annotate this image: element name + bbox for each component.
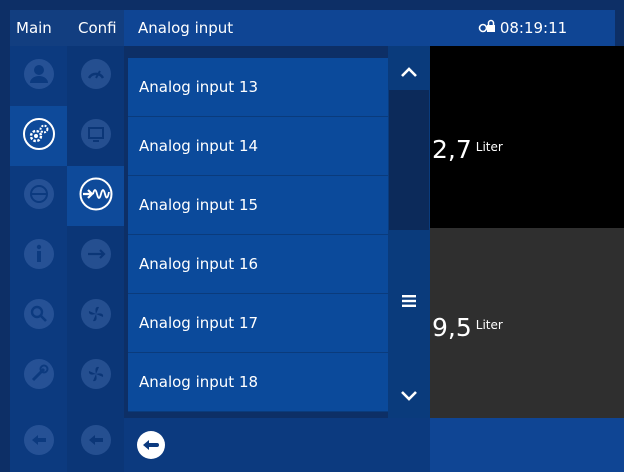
list-item[interactable]: Analog input 16 [128,235,388,294]
search-icon [23,298,55,334]
nav-user[interactable] [10,46,67,106]
tab-main-label: Main [16,19,52,37]
scroll-up-button[interactable] [388,54,430,90]
list-item-label: Analog input 15 [139,196,259,214]
list-item-label: Analog input 16 [139,255,259,273]
list-item[interactable]: Analog input 17 [128,294,388,353]
nav-settings[interactable] [10,106,67,166]
tab-main[interactable]: Main [10,10,73,46]
nav-display[interactable] [67,106,124,166]
fan-icon [80,358,112,394]
lock-icon [478,19,496,37]
clock-time: 08:19:11 [499,19,568,37]
chevron-down-icon [400,387,418,406]
nav-fan-2[interactable] [67,346,124,406]
bottom-bar-left [124,418,430,472]
list-item[interactable]: Analog input 18 [128,353,388,412]
reading-value: 9,5 [432,313,472,342]
reading-top: 2,7 Liter [432,136,503,164]
reading-panel-bottom: 9,5 Liter [430,228,624,418]
back-icon [80,424,112,460]
nav-fan-1[interactable] [67,286,124,346]
back-button[interactable] [134,430,168,464]
scroll-thumb[interactable] [389,90,429,230]
back-arrow-icon [136,430,166,464]
list-item[interactable]: Analog input 13 [128,58,388,117]
network-icon [80,238,112,274]
globe-icon [23,178,55,214]
list-item-label: Analog input 14 [139,137,259,155]
list-item[interactable]: Analog input 14 [128,117,388,176]
reading-unit: Liter [475,140,503,154]
nav-globe[interactable] [10,166,67,226]
nav-info[interactable] [10,226,67,286]
fan-icon [80,298,112,334]
scroll-down-button[interactable] [388,378,430,414]
list-item-label: Analog input 18 [139,373,259,391]
nav-back-main[interactable] [10,412,67,472]
display-icon [80,118,112,154]
wrench-icon [23,358,55,394]
settings-gear-icon [22,117,56,155]
nav-network[interactable] [67,226,124,286]
nav-gauge[interactable] [67,46,124,106]
analog-input-list: Analog input 13 Analog input 14 Analog i… [128,58,388,418]
reading-unit: Liter [475,318,503,332]
page-title-label: Analog input [138,19,234,37]
main-menu-column [10,46,67,472]
config-menu-column [67,46,124,472]
nav-back-config[interactable] [67,412,124,472]
nav-tools[interactable] [10,346,67,406]
page-title: Analog input [124,10,444,46]
list-item-label: Analog input 17 [139,314,259,332]
reading-value: 2,7 [432,135,472,164]
reading-panel-top: 2,7 Liter [430,46,624,228]
status-area: 08:19:11 [430,10,615,46]
nav-search[interactable] [10,286,67,346]
scroll-menu-button[interactable] [388,286,430,318]
info-icon [23,238,55,274]
back-icon [23,424,55,460]
chevron-up-icon [400,63,418,82]
user-icon [23,58,55,94]
tab-config-label: Confi [78,19,117,37]
gauge-icon [80,58,112,94]
nav-analog-input[interactable] [67,166,124,226]
reading-bottom: 9,5 Liter [432,314,503,342]
list-item[interactable]: Analog input 15 [128,176,388,235]
list-item-label: Analog input 13 [139,78,259,96]
menu-icon [401,293,417,312]
analog-input-icon [78,176,114,216]
